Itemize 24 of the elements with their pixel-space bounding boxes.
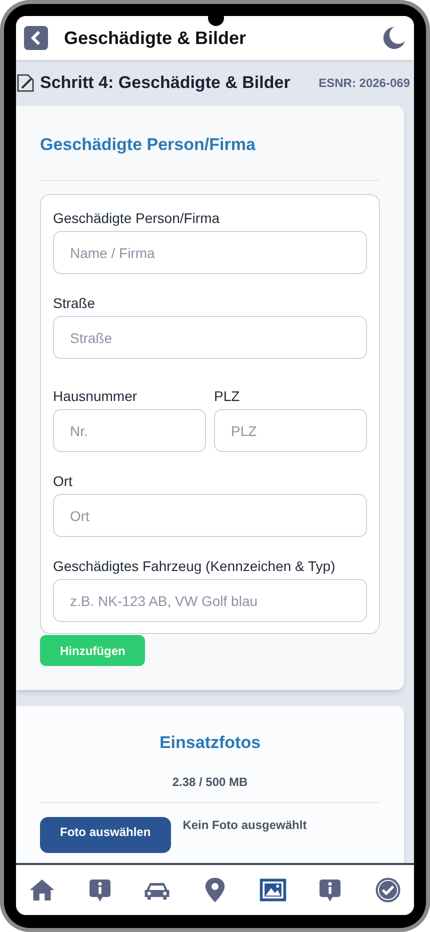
- field-label: Ort: [53, 472, 74, 490]
- back-button[interactable]: [24, 26, 48, 50]
- input-field[interactable]: PLZ: [214, 409, 367, 452]
- step-title: Schritt 4: Geschädigte & Bilder: [40, 72, 290, 94]
- field-label: Geschädigte Person/Firma: [53, 209, 221, 227]
- input-field[interactable]: z.B. NK-123 AB, VW Golf blau: [53, 579, 367, 622]
- field-label: Straße: [53, 294, 96, 312]
- check-circle-icon: [374, 876, 402, 904]
- edit-document-icon: [16, 73, 36, 93]
- choose-photo-button[interactable]: Foto auswählen: [40, 817, 171, 853]
- field-label: Geschädigtes Fahrzeug (Kennzeichen & Typ): [53, 557, 336, 575]
- input-field[interactable]: Straße: [53, 316, 367, 359]
- field-label: PLZ: [214, 387, 241, 405]
- case-number: ESNR: 2026-069: [318, 75, 410, 92]
- card-title: Geschädigte Person/Firma: [40, 134, 256, 156]
- chevron-left-icon: [30, 31, 42, 45]
- storage-usage: 2.38 / 500 MB: [172, 774, 248, 790]
- input-field[interactable]: Ort: [53, 494, 367, 537]
- input-field[interactable]: Nr.: [53, 409, 206, 452]
- field-label: Hausnummer: [53, 387, 138, 405]
- card-title: Einsatzfotos: [159, 732, 261, 754]
- input-field[interactable]: Name / Firma: [53, 231, 367, 274]
- page-title: Geschädigte & Bilder: [64, 26, 246, 50]
- file-status: Kein Foto ausgewählt: [182, 817, 307, 833]
